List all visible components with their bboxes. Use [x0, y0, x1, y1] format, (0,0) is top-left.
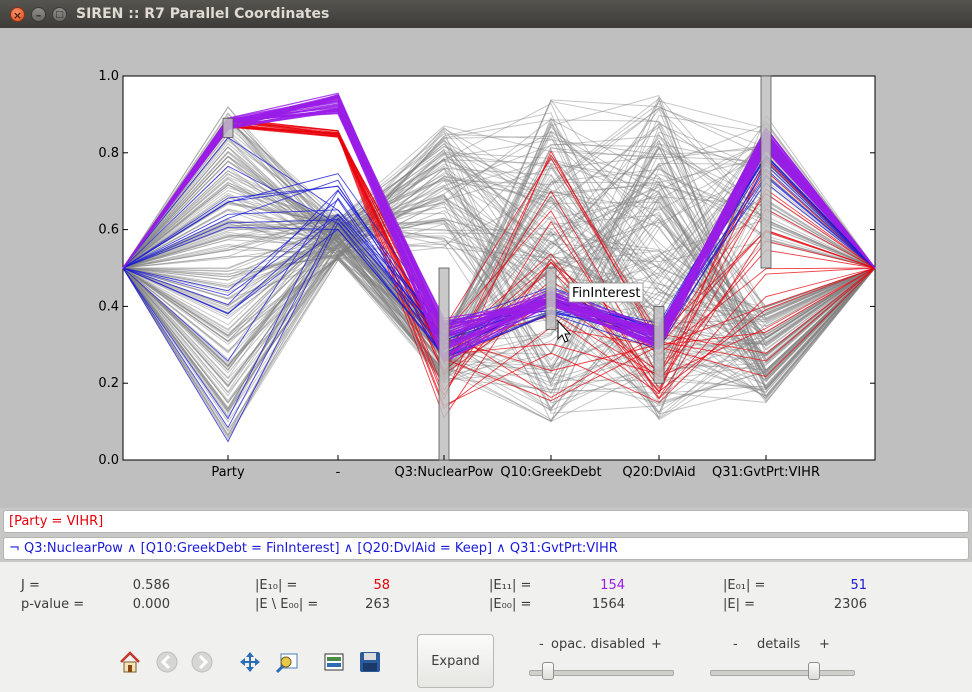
window-minimize-button[interactable]: –	[31, 7, 46, 22]
home-icon[interactable]	[118, 650, 142, 674]
stat-e10-value: 58	[373, 578, 390, 593]
stat-e01-value: 51	[850, 578, 867, 593]
y-tick-label: 0.4	[98, 299, 119, 314]
stat-eminus-label: |E \ E₀₀| =	[255, 597, 319, 612]
y-tick-label: 1.0	[98, 69, 119, 84]
stat-e11-value: 154	[600, 578, 625, 593]
axis-label: Q31:GvtPrt:VIHR	[712, 465, 820, 480]
opacity-slider-plus: +	[651, 637, 662, 652]
right-query-field[interactable]: ¬ Q3:NuclearPow ∧ [Q10:GreekDebt = FinIn…	[3, 537, 969, 560]
stat-e01-label: |E₀₁| =	[723, 578, 766, 593]
pan-icon[interactable]	[238, 650, 262, 674]
stat-e00-value: 1564	[591, 597, 625, 612]
stat-j-value: 0.586	[132, 578, 170, 593]
interval-q3-nuclearpow[interactable]	[438, 267, 450, 461]
details-slider-plus: +	[819, 637, 830, 652]
interval-q20-dvlaid[interactable]	[653, 305, 665, 384]
forward-icon[interactable]	[190, 650, 214, 674]
stat-e-label: |E| =	[723, 597, 755, 612]
interval-q10-greekdebt[interactable]	[545, 267, 557, 330]
details-slider-label: details	[757, 637, 801, 652]
left-query-field[interactable]: [Party = VIHR]	[3, 510, 969, 533]
y-tick-label: 0.2	[98, 376, 119, 391]
window-titlebar: × – □ SIREN :: R7 Parallel Coordinates	[0, 0, 972, 28]
details-slider-minus: -	[733, 637, 738, 652]
axis-label: Q10:GreekDebt	[500, 465, 601, 480]
details-slider-track[interactable]	[710, 670, 855, 676]
stat-e-value: 2306	[833, 597, 867, 612]
expand-button[interactable]: Expand	[417, 634, 494, 688]
annotation-label: FinInterest	[572, 286, 640, 301]
back-icon[interactable]	[155, 650, 179, 674]
opacity-slider-handle[interactable]	[542, 662, 555, 680]
stat-j-label: J =	[21, 578, 40, 593]
configure-subplots-icon[interactable]	[322, 650, 346, 674]
annotation-tooltip: FinInterest	[568, 282, 644, 303]
axis-label: Party	[211, 465, 245, 480]
y-tick-label: 0.0	[98, 453, 119, 468]
stat-e00-label: |E₀₀| =	[489, 597, 532, 612]
parallel-coordinates-plot[interactable]: 1.0 0.8 0.6 0.4 0.2 0.0 Party - Q3:NuclearPow Q1…	[0, 28, 972, 508]
opacity-slider-minus: -	[539, 637, 544, 652]
stat-pvalue-label: p-value =	[21, 597, 85, 612]
zoom-icon[interactable]	[275, 650, 299, 674]
axis-label: -	[336, 465, 341, 480]
stat-e10-label: |E₁₀| =	[255, 578, 298, 593]
axis-label: Q3:NuclearPow	[395, 465, 494, 480]
interval-party[interactable]	[222, 117, 234, 138]
save-icon[interactable]	[358, 650, 382, 674]
stat-pvalue-value: 0.000	[132, 597, 170, 612]
window-close-button[interactable]: ×	[10, 7, 25, 22]
stat-eminus-value: 263	[365, 597, 390, 612]
axis-label: Q20:DvlAid	[622, 465, 695, 480]
window-title: SIREN :: R7 Parallel Coordinates	[76, 6, 330, 22]
opacity-slider-label: opac. disabled	[551, 637, 646, 652]
interval-q31-gvtprt-vihr[interactable]	[760, 75, 772, 269]
stat-e11-label: |E₁₁| =	[489, 578, 532, 593]
details-slider-handle[interactable]	[808, 662, 821, 680]
y-tick-label: 0.6	[98, 223, 119, 238]
y-tick-label: 0.8	[98, 146, 119, 161]
window-maximize-button[interactable]: □	[52, 7, 67, 22]
